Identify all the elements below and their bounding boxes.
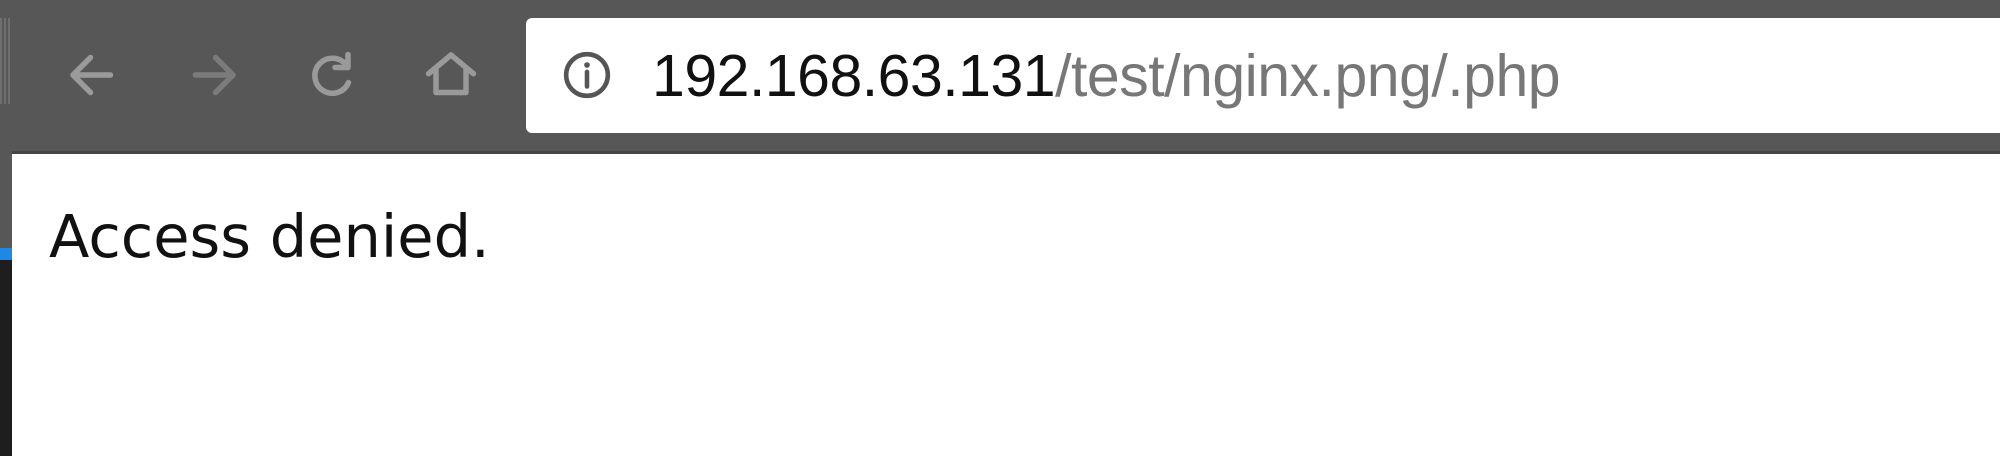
home-icon [425,52,477,96]
reload-button[interactable] [294,38,368,112]
url-path: /test/nginx.png/.php [1055,43,1561,109]
reload-icon [312,51,352,96]
info-icon[interactable] [562,50,612,100]
page-content: Access denied. [12,154,2000,456]
forward-button[interactable] [176,38,250,112]
arrow-right-icon [192,54,236,96]
arrow-left-icon [70,54,114,96]
browser-window: 192.168.63.131/test/nginx.png/.php Acces… [0,0,2000,456]
address-bar[interactable]: 192.168.63.131/test/nginx.png/.php [526,18,2000,133]
url-host: 192.168.63.131 [652,43,1056,109]
left-accent-strip [0,248,12,260]
window-grip [0,18,10,104]
home-button[interactable] [414,38,488,112]
browser-toolbar: 192.168.63.131/test/nginx.png/.php [12,0,2000,154]
left-window-edge [0,0,12,456]
left-dark-panel [0,260,12,456]
access-denied-message: Access denied. [49,202,490,271]
url-text[interactable]: 192.168.63.131/test/nginx.png/.php [652,43,1561,109]
back-button[interactable] [56,38,130,112]
